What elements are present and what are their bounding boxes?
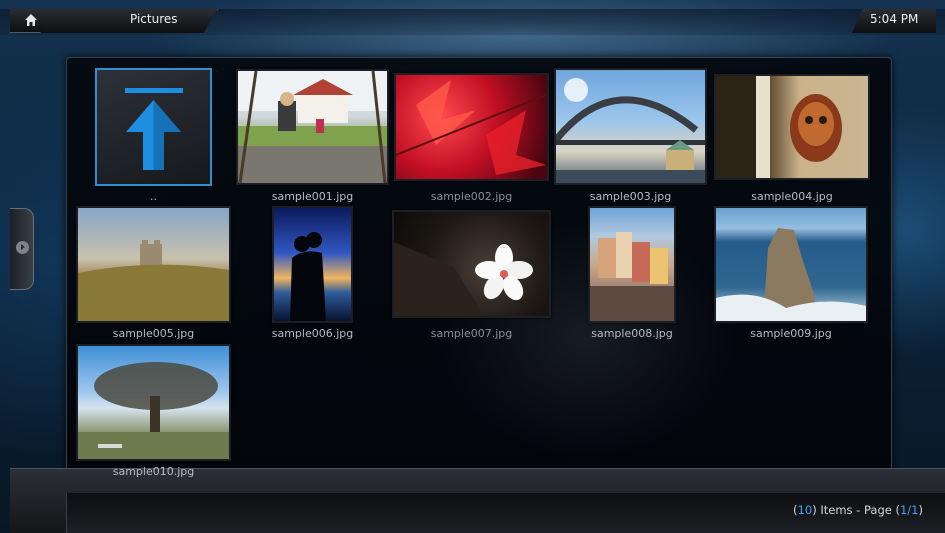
thumbnail-sample007[interactable] [392, 210, 551, 318]
thumbnail-sample008[interactable] [588, 206, 676, 323]
label-sample010: sample010.jpg [112, 465, 195, 478]
photo-town [590, 232, 674, 321]
label-sample001: sample001.jpg [271, 190, 354, 203]
parent-folder-tile[interactable] [95, 68, 212, 186]
thumbnail-sample004[interactable] [714, 74, 870, 180]
photo-swing [238, 71, 387, 183]
label-sample008: sample008.jpg [591, 327, 673, 340]
item-count: 10 [797, 503, 813, 517]
photo-red-leaves [396, 80, 547, 175]
label-sample009: sample009.jpg [750, 327, 832, 340]
chevron-right-icon[interactable] [16, 241, 29, 254]
thumbnail-sample009[interactable] [714, 206, 868, 323]
thumbnail-sample002[interactable] [394, 73, 549, 181]
photo-bridge [556, 78, 705, 183]
thumbnail-sample003[interactable] [554, 68, 707, 185]
photo-sea-rock [716, 228, 866, 321]
arrow-up-icon [125, 88, 183, 170]
thumbnail-sample005[interactable] [76, 206, 231, 323]
label-sample002: sample002.jpg [430, 190, 513, 203]
photo-tree [78, 362, 229, 459]
top-bar: Pictures 5:04 PM [0, 0, 945, 38]
thumbnail-sample001[interactable] [236, 69, 389, 185]
label-sample003: sample003.jpg [589, 190, 672, 203]
photo-silhouette [290, 232, 326, 321]
label-sample007: sample007.jpg [430, 327, 513, 340]
label-sample005: sample005.jpg [112, 327, 195, 340]
label-sample006: sample006.jpg [271, 327, 354, 340]
status-items-label: Items - Page [820, 503, 892, 517]
photo-mask [716, 76, 842, 178]
photo-tower [78, 240, 229, 321]
page-title: Pictures [130, 12, 178, 26]
home-icon[interactable] [24, 13, 38, 27]
parent-folder-label: .. [150, 190, 157, 203]
thumbnail-sample010[interactable] [76, 344, 231, 461]
clock: 5:04 PM [870, 12, 919, 26]
status-text: (10) Items - Page (1/1) [793, 503, 923, 517]
page-indicator: 1/1 [899, 503, 919, 517]
thumbnail-sample006[interactable] [272, 206, 353, 323]
label-sample004: sample004.jpg [751, 190, 833, 203]
photo-flower [394, 242, 533, 316]
